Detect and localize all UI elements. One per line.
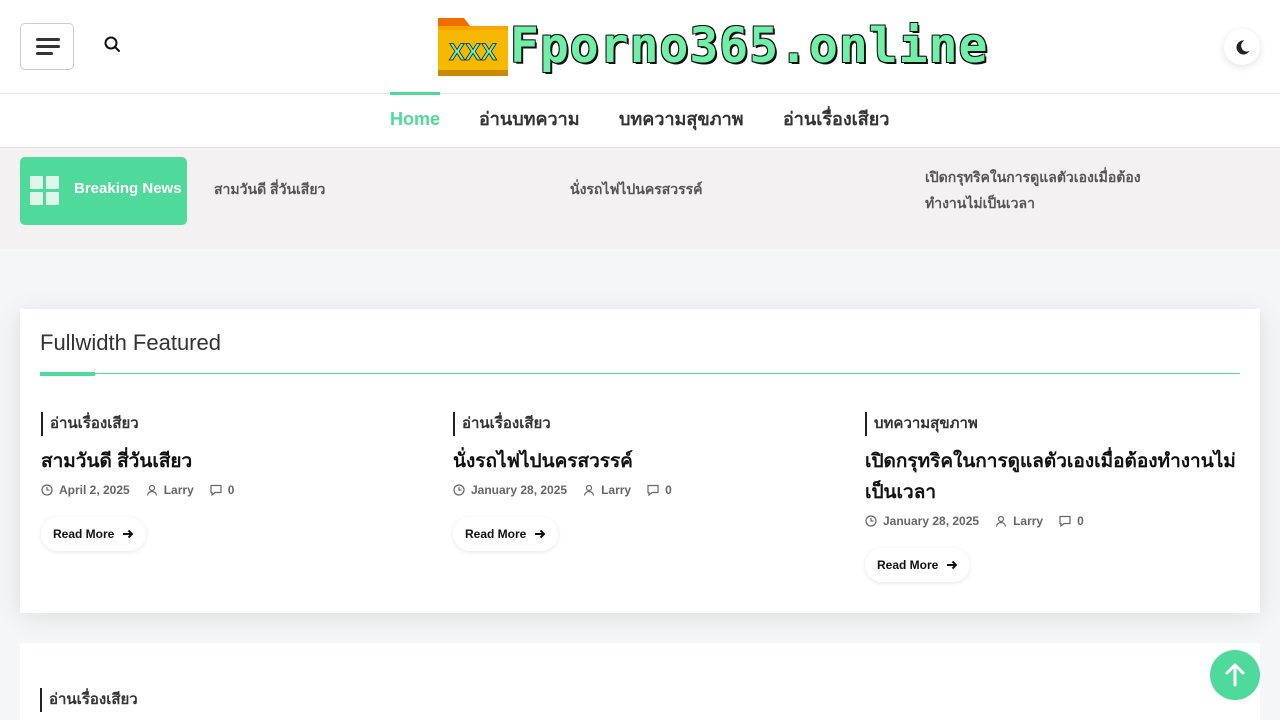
menu-button[interactable]	[20, 23, 74, 70]
post-category[interactable]: บทความสุขภาพ	[865, 412, 978, 436]
section-title: Fullwidth Featured	[40, 330, 221, 355]
arrow-right-icon	[947, 560, 958, 570]
arrow-right-icon	[123, 529, 134, 539]
post-category[interactable]: อ่านเรื่องเสียว	[41, 412, 139, 436]
ticker-item[interactable]: เปิดกรุทริคในการดูแลตัวเองเมื่อต้องทำงาน…	[925, 164, 1155, 216]
clock-icon	[453, 484, 465, 496]
post-category[interactable]: อ่านเรื่องเสียว	[40, 688, 138, 712]
folder-logo-icon: XXX	[438, 18, 508, 76]
post-comments[interactable]: 0	[1059, 514, 1084, 528]
post-date-text: January 28, 2025	[471, 483, 568, 497]
post-title[interactable]: นั่งรถไฟไปนครสวรรค์	[453, 446, 833, 477]
post-date-text: January 28, 2025	[883, 514, 980, 528]
ticker-item[interactable]: นั่งรถไฟไปนครสวรรค์	[570, 176, 870, 202]
post-comments[interactable]: 0	[647, 483, 672, 497]
post-author[interactable]: Larry	[995, 514, 1043, 528]
section-divider-accent	[40, 372, 95, 376]
post-author-text: Larry	[1013, 514, 1044, 528]
post-comments[interactable]: 0	[210, 483, 235, 497]
grid-icon	[30, 176, 60, 206]
post-card: บทความสุขภาพ เปิดกรุทริคในการดูแลตัวเองเ…	[865, 412, 1240, 582]
post-title[interactable]: เปิดกรุทริคในการดูแลตัวเองเมื่อต้องทำงาน…	[865, 446, 1240, 508]
next-section: อ่านเรื่องเสียว	[20, 643, 1260, 720]
section-divider	[40, 373, 1240, 374]
nav-item-stories[interactable]: อ่านเรื่องเสียว	[783, 94, 889, 147]
ticker-item[interactable]: สามวันดี สี่วันเสียว	[214, 176, 514, 202]
post-card: อ่านเรื่องเสียว สามวันดี สี่วันเสียว Apr…	[41, 412, 421, 551]
post-category[interactable]: อ่านเรื่องเสียว	[453, 412, 551, 436]
dark-mode-toggle[interactable]	[1224, 29, 1260, 65]
comment-icon	[1059, 515, 1071, 527]
breaking-news-label: Breaking News	[74, 180, 182, 197]
post-meta: January 28, 2025 Larry 0	[453, 480, 833, 500]
clock-icon	[865, 515, 877, 527]
post-date[interactable]: April 2, 2025	[41, 483, 130, 497]
logo-badge: XXX	[449, 39, 497, 66]
post-author[interactable]: Larry	[146, 483, 194, 497]
post-date[interactable]: January 28, 2025	[453, 483, 567, 497]
post-author-text: Larry	[163, 483, 194, 497]
read-more-label: Read More	[465, 527, 527, 541]
nav-item-health-articles[interactable]: บทความสุขภาพ	[619, 94, 744, 147]
user-icon	[995, 515, 1007, 527]
search-icon	[104, 36, 120, 52]
user-icon	[146, 484, 157, 496]
post-card: อ่านเรื่องเสียว นั่งรถไฟไปนครสวรรค์ Janu…	[453, 412, 833, 551]
post-author-text: Larry	[601, 483, 632, 497]
site-header: XXX Fporno365.online	[0, 0, 1280, 94]
read-more-button[interactable]: Read More	[453, 517, 559, 551]
arrow-up-icon	[1225, 663, 1245, 687]
comment-icon	[210, 484, 222, 496]
clock-icon	[41, 484, 53, 496]
read-more-label: Read More	[53, 527, 115, 541]
scroll-to-top-button[interactable]	[1210, 650, 1260, 700]
post-author[interactable]: Larry	[583, 483, 631, 497]
nav-item-read-articles[interactable]: อ่านบทความ	[479, 94, 580, 147]
post-meta: January 28, 2025 Larry 0	[865, 511, 1240, 531]
read-more-label: Read More	[877, 558, 939, 572]
comment-icon	[647, 484, 659, 496]
breaking-news-bar: Breaking News สามวันดี สี่วันเสียว นั่งร…	[0, 148, 1280, 249]
main-navigation: Home อ่านบทความ บทความสุขภาพ อ่านเรื่องเ…	[0, 92, 1280, 148]
post-comments-count: 0	[665, 483, 672, 497]
menu-line	[36, 38, 60, 41]
site-logo[interactable]: XXX Fporno365.online	[438, 16, 987, 78]
post-meta: April 2, 2025 Larry 0	[41, 480, 421, 500]
post-comments-count: 0	[1077, 514, 1084, 528]
menu-line	[36, 45, 60, 48]
nav-item-home[interactable]: Home	[390, 92, 441, 147]
moon-icon	[1236, 40, 1250, 55]
logo-text: Fporno365.online	[510, 18, 989, 74]
post-title[interactable]: สามวันดี สี่วันเสียว	[41, 446, 421, 477]
menu-line	[36, 52, 53, 55]
fullwidth-featured-section: Fullwidth Featured อ่านเรื่องเสียว สามวั…	[20, 309, 1260, 613]
post-date[interactable]: January 28, 2025	[865, 514, 979, 528]
read-more-button[interactable]: Read More	[865, 548, 971, 582]
breaking-news-badge[interactable]: Breaking News	[20, 157, 187, 225]
post-comments-count: 0	[227, 483, 235, 497]
post-date-text: April 2, 2025	[59, 483, 130, 497]
user-icon	[583, 484, 595, 496]
search-button[interactable]	[100, 32, 124, 56]
read-more-button[interactable]: Read More	[41, 517, 147, 551]
arrow-right-icon	[535, 529, 546, 539]
